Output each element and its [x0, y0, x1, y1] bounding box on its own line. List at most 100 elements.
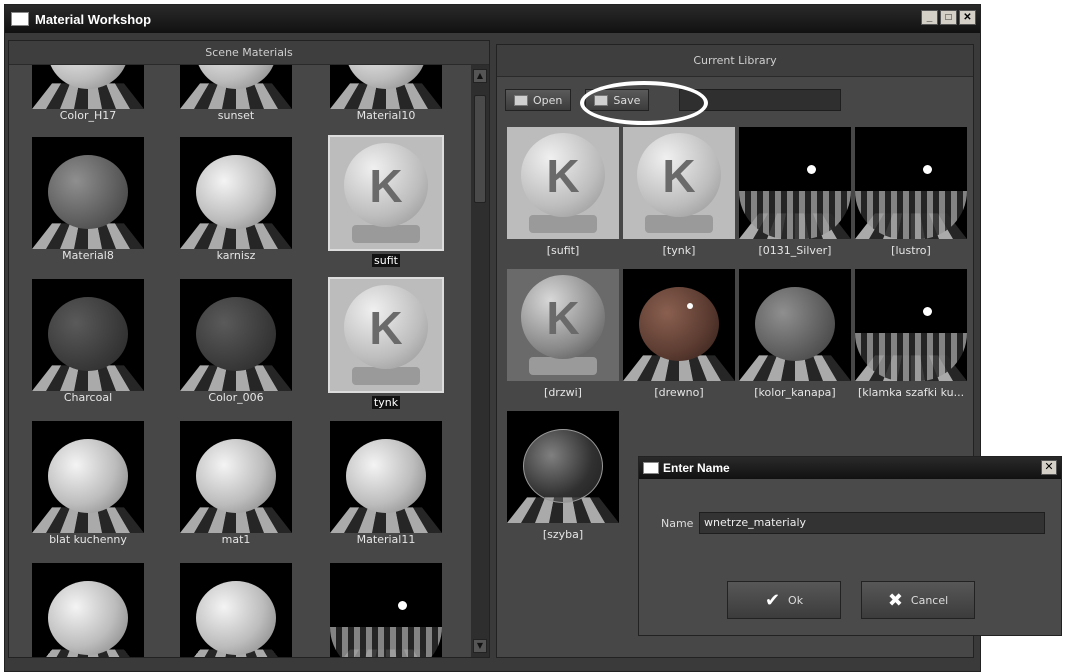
name-input[interactable]: wnetrze_materialy: [699, 512, 1045, 534]
material-name: mat1: [221, 533, 251, 546]
material-preview: K: [328, 135, 444, 251]
library-material-name: [0131_Silver]: [758, 244, 832, 257]
material-preview: [739, 269, 851, 381]
open-button-label: Open: [533, 93, 563, 107]
material-preview: [180, 279, 292, 391]
dialog-icon: [643, 462, 659, 474]
scene-material-item[interactable]: Material11: [327, 421, 445, 546]
app-icon: [11, 12, 29, 26]
material-preview: [32, 563, 144, 657]
material-name: Material11: [356, 533, 416, 546]
library-material-item[interactable]: [drewno]: [621, 269, 737, 399]
scene-materials-panel: Scene Materials Color_H17 sunset Material1…: [8, 40, 490, 658]
material-preview: [32, 137, 144, 249]
material-name: blat kuchenny: [49, 533, 127, 546]
scene-material-item[interactable]: blat kuchenny: [29, 421, 147, 546]
material-preview: K: [507, 269, 619, 381]
scroll-thumb[interactable]: [474, 95, 486, 203]
name-label: Name: [661, 517, 694, 530]
material-preview: K: [507, 127, 619, 239]
scene-material-item[interactable]: Ksufit: [327, 135, 445, 267]
library-material-item[interactable]: K [sufit]: [505, 127, 621, 257]
dialog-close-button[interactable]: ✕: [1041, 460, 1057, 475]
library-material-item[interactable]: [klamka szafki ku...: [853, 269, 969, 399]
cancel-x-icon: ✖: [887, 589, 903, 611]
library-material-item[interactable]: [0131_Silver]: [737, 127, 853, 257]
material-preview: [855, 127, 967, 239]
material-name: Material8: [62, 249, 114, 262]
current-library-header: Current Library: [497, 45, 973, 77]
material-name: sufit: [372, 254, 400, 267]
scene-material-item[interactable]: mat1: [177, 421, 295, 546]
library-material-name: [kolor_kanapa]: [754, 386, 836, 399]
material-preview: [623, 269, 735, 381]
cancel-button-label: Cancel: [910, 593, 949, 607]
dialog-title-bar: Enter Name: [639, 457, 1061, 479]
library-material-item[interactable]: [lustro]: [853, 127, 969, 257]
dialog-title: Enter Name: [663, 461, 730, 475]
library-material-name: [szyba]: [542, 528, 584, 541]
material-preview: [180, 65, 292, 109]
scene-material-item[interactable]: Charcoal: [29, 279, 147, 404]
library-material-name: [drewno]: [654, 386, 704, 399]
material-name: Material10: [356, 109, 416, 122]
maximize-button[interactable]: □: [940, 10, 957, 25]
scene-material-item[interactable]: Ktynk: [327, 277, 445, 409]
library-material-item[interactable]: [szyba]: [505, 411, 621, 541]
material-preview: [180, 137, 292, 249]
material-preview: [180, 563, 292, 657]
close-button[interactable]: ✕: [959, 10, 976, 25]
scene-material-item[interactable]: sunset: [177, 65, 295, 122]
library-material-name: [lustro]: [891, 244, 931, 257]
scene-material-item[interactable]: Color_006: [177, 279, 295, 404]
library-material-item[interactable]: K [tynk]: [621, 127, 737, 257]
scene-material-item[interactable]: Material10: [327, 65, 445, 122]
ok-button[interactable]: ✔ Ok: [727, 581, 841, 619]
cancel-button[interactable]: ✖ Cancel: [861, 581, 975, 619]
material-preview: K: [623, 127, 735, 239]
library-material-item[interactable]: K [drzwi]: [505, 269, 621, 399]
scene-material-item[interactable]: karnisz: [177, 137, 295, 262]
material-preview: [330, 65, 442, 109]
library-material-name: [klamka szafki ku...: [857, 386, 965, 399]
material-preview: [855, 269, 967, 381]
library-material-name: [drzwi]: [544, 386, 582, 399]
scene-material-item[interactable]: Color_H17: [29, 65, 147, 122]
scene-material-item[interactable]: Material8: [29, 137, 147, 262]
material-preview: K: [328, 277, 444, 393]
open-button[interactable]: Open: [505, 89, 572, 111]
scene-scrollbar[interactable]: ▲ ▼: [471, 65, 489, 657]
material-preview: [739, 127, 851, 239]
library-material-name: [tynk]: [662, 244, 696, 257]
material-preview: [330, 563, 442, 657]
title-bar: Material Workshop _ □ ✕: [5, 5, 980, 33]
scene-material-item[interactable]: [177, 563, 295, 657]
library-material-name: [sufit]: [546, 244, 580, 257]
library-material-item[interactable]: [kolor_kanapa]: [737, 269, 853, 399]
material-preview: [32, 279, 144, 391]
scene-material-item[interactable]: [29, 563, 147, 657]
checkmark-icon: ✔: [764, 589, 781, 611]
material-name: sunset: [217, 109, 255, 122]
scroll-up-icon[interactable]: ▲: [473, 69, 487, 83]
material-name: Color_H17: [59, 109, 117, 122]
scene-materials-header: Scene Materials: [9, 41, 489, 65]
save-highlight-circle: [580, 81, 708, 125]
material-name: Color_006: [208, 391, 264, 404]
scroll-down-icon[interactable]: ▼: [473, 639, 487, 653]
scene-materials-grid: Color_H17 sunset Material10 Material8 karnis…: [9, 65, 471, 657]
ok-button-label: Ok: [788, 593, 804, 607]
material-name: tynk: [371, 396, 401, 409]
material-preview: [32, 421, 144, 533]
minimize-button[interactable]: _: [921, 10, 938, 25]
material-name: karnisz: [216, 249, 256, 262]
material-name: Charcoal: [63, 391, 113, 404]
enter-name-dialog: Enter Name ✕ Name wnetrze_materialy ✔ Ok…: [638, 456, 1062, 636]
material-preview: [32, 65, 144, 109]
scene-material-item[interactable]: [327, 563, 445, 657]
material-preview: [180, 421, 292, 533]
window-title: Material Workshop: [35, 11, 152, 27]
folder-icon: [514, 94, 528, 106]
material-preview: [507, 411, 619, 523]
material-preview: [330, 421, 442, 533]
